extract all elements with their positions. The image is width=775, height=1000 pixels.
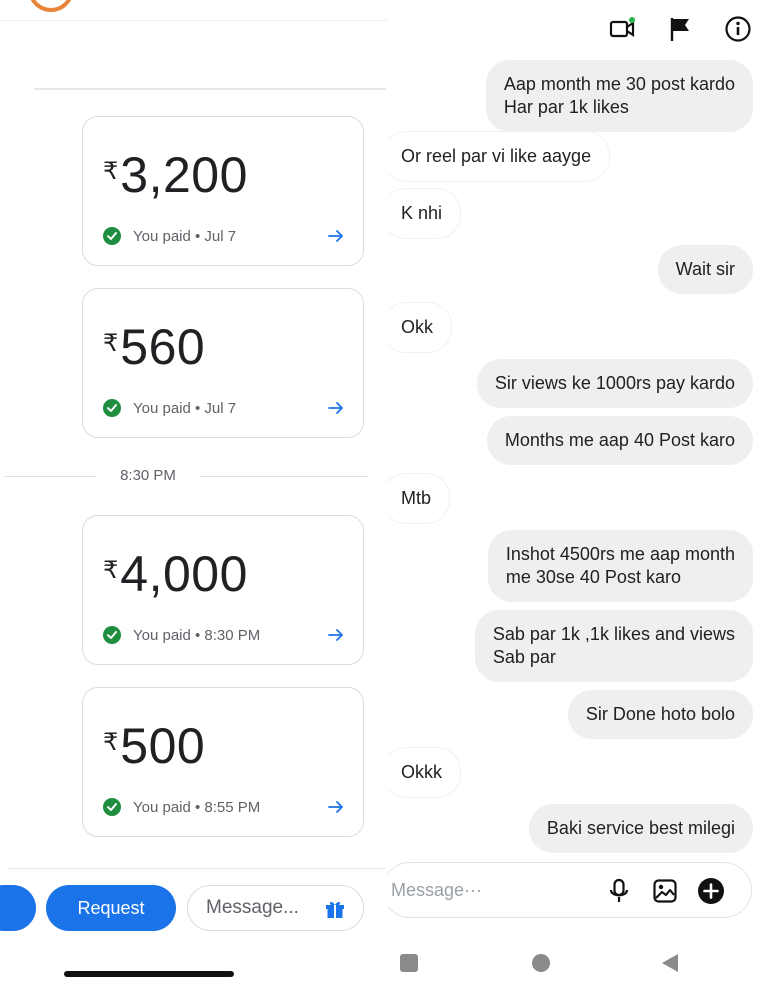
check-circle-icon bbox=[103, 626, 121, 644]
back-icon[interactable] bbox=[662, 954, 678, 972]
chat-message-received[interactable]: Mtb bbox=[388, 473, 451, 524]
arrow-right-icon[interactable] bbox=[327, 399, 345, 417]
amount-value: 3,200 bbox=[120, 147, 248, 203]
chat-compose-bar[interactable]: Message··· bbox=[388, 862, 752, 918]
chat-message-sent[interactable]: Sir views ke 1000rs pay kardo bbox=[476, 359, 753, 408]
message-input-placeholder: Message... bbox=[206, 897, 299, 918]
amount-value: 4,000 bbox=[120, 546, 248, 602]
payments-panel: ₹ 3,200 You paid • Jul 7 ₹ 560 You paid … bbox=[0, 0, 388, 1000]
chat-panel: Aap month me 30 post kardo Har par 1k li… bbox=[388, 0, 775, 1000]
rupee-symbol: ₹ bbox=[103, 557, 119, 584]
flag-icon[interactable] bbox=[665, 14, 695, 44]
pay-button[interactable] bbox=[0, 885, 36, 931]
time-separator: 8:30 PM bbox=[0, 462, 388, 490]
check-circle-icon bbox=[103, 798, 121, 816]
divider bbox=[8, 868, 386, 869]
home-indicator[interactable] bbox=[64, 971, 234, 977]
arrow-right-icon[interactable] bbox=[327, 798, 345, 816]
payment-status: You paid • 8:55 PM bbox=[103, 798, 260, 816]
message-input[interactable]: Message... bbox=[187, 885, 364, 931]
system-nav-bar bbox=[388, 948, 775, 978]
chat-message-received[interactable]: K nhi bbox=[388, 188, 462, 239]
payment-status-text: You paid • Jul 7 bbox=[133, 227, 237, 245]
compose-placeholder: Message··· bbox=[391, 880, 483, 900]
request-button[interactable]: Request bbox=[46, 885, 176, 931]
divider bbox=[34, 88, 386, 90]
app-logo bbox=[28, 0, 74, 12]
payment-amount: ₹ 500 bbox=[103, 718, 205, 774]
chat-message-sent[interactable]: Aap month me 30 post kardo Har par 1k li… bbox=[485, 60, 753, 132]
time-separator-label: 8:30 PM bbox=[120, 467, 176, 484]
payment-amount: ₹ 4,000 bbox=[103, 546, 248, 602]
arrow-right-icon[interactable] bbox=[327, 227, 345, 245]
chat-message-received[interactable]: Okk bbox=[388, 302, 453, 353]
payment-status-text: You paid • 8:55 PM bbox=[133, 798, 261, 816]
chat-header-actions bbox=[607, 14, 753, 44]
payment-card[interactable]: ₹ 4,000 You paid • 8:30 PM bbox=[82, 515, 364, 665]
image-icon[interactable] bbox=[651, 877, 679, 905]
home-icon[interactable] bbox=[532, 954, 550, 972]
amount-value: 560 bbox=[120, 319, 206, 375]
gift-icon[interactable] bbox=[323, 897, 347, 921]
rupee-symbol: ₹ bbox=[103, 158, 119, 185]
payment-status-text: You paid • Jul 7 bbox=[133, 399, 237, 417]
amount-value: 500 bbox=[120, 718, 206, 774]
video-call-icon[interactable] bbox=[607, 14, 637, 44]
check-circle-icon bbox=[103, 399, 121, 417]
check-circle-icon bbox=[103, 227, 121, 245]
payment-card[interactable]: ₹ 3,200 You paid • Jul 7 bbox=[82, 116, 364, 266]
payment-amount: ₹ 560 bbox=[103, 319, 205, 375]
arrow-right-icon[interactable] bbox=[327, 626, 345, 644]
payment-status: You paid • Jul 7 bbox=[103, 227, 236, 245]
payment-card[interactable]: ₹ 560 You paid • Jul 7 bbox=[82, 288, 364, 438]
payment-card[interactable]: ₹ 500 You paid • 8:55 PM bbox=[82, 687, 364, 837]
rupee-symbol: ₹ bbox=[103, 729, 119, 756]
chat-message-sent[interactable]: Baki service best milegi bbox=[528, 804, 753, 853]
chat-message-sent[interactable]: Months me aap 40 Post karo bbox=[486, 416, 753, 465]
divider bbox=[0, 20, 388, 21]
chat-message-sent[interactable]: Wait sir bbox=[657, 245, 753, 294]
recents-icon[interactable] bbox=[400, 954, 418, 972]
payment-status: You paid • 8:30 PM bbox=[103, 626, 260, 644]
payment-status-text: You paid • 8:30 PM bbox=[133, 626, 261, 644]
chat-message-sent[interactable]: Sab par 1k ,1k likes and views Sab par bbox=[474, 610, 753, 682]
rupee-symbol: ₹ bbox=[103, 330, 119, 357]
plus-circle-icon[interactable] bbox=[697, 877, 725, 905]
chat-message-received[interactable]: Or reel par vi like aayge bbox=[388, 131, 611, 182]
chat-message-received[interactable]: Okkk bbox=[388, 747, 462, 798]
microphone-icon[interactable] bbox=[605, 877, 633, 905]
payment-amount: ₹ 3,200 bbox=[103, 147, 248, 203]
chat-message-sent[interactable]: Inshot 4500rs me aap month me 30se 40 Po… bbox=[487, 530, 753, 602]
payment-status: You paid • Jul 7 bbox=[103, 399, 236, 417]
chat-message-sent[interactable]: Sir Done hoto bolo bbox=[567, 690, 753, 739]
info-icon[interactable] bbox=[723, 14, 753, 44]
